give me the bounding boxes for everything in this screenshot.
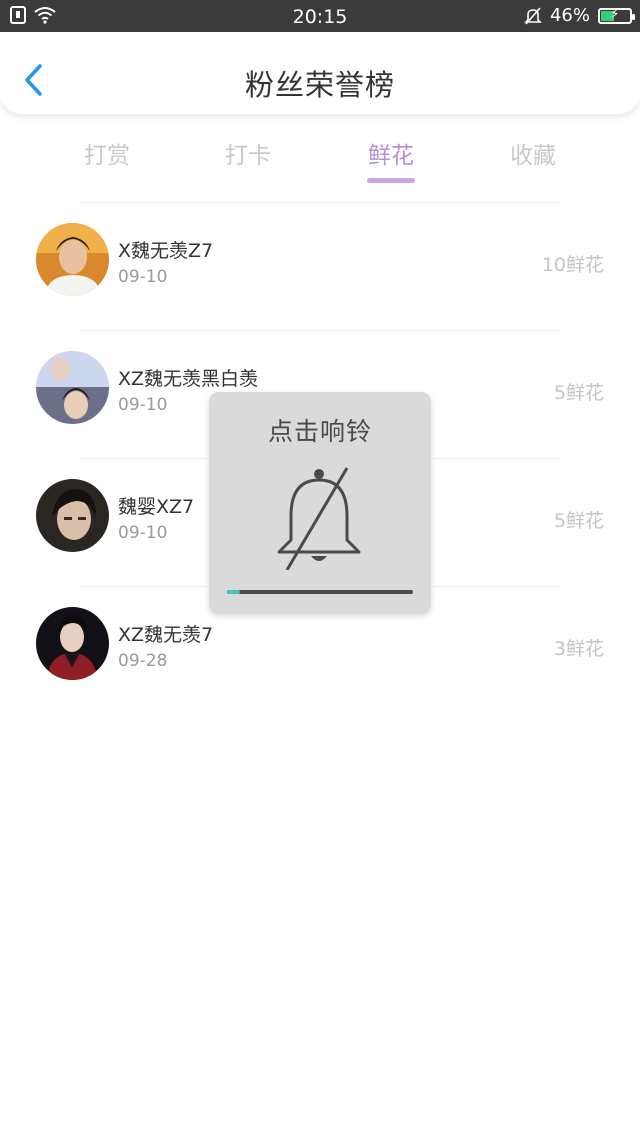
fan-date: 09-28 bbox=[118, 651, 168, 671]
status-bar: 20:15 46% ⚡ bbox=[0, 0, 640, 32]
ringer-toast[interactable]: 点击响铃 bbox=[209, 392, 431, 614]
bell-muted-icon bbox=[277, 467, 361, 570]
ringer-label: 点击响铃 bbox=[267, 417, 372, 446]
tab-flowers[interactable]: 鲜花 bbox=[331, 136, 451, 170]
flower-count: 3鲜花 bbox=[553, 638, 604, 660]
flower-count: 5鲜花 bbox=[553, 510, 604, 532]
ringer-volume-bar[interactable] bbox=[227, 590, 413, 594]
flower-count: 10鲜花 bbox=[541, 254, 604, 276]
page-title: 粉丝荣誉榜 bbox=[244, 68, 395, 102]
ringer-volume-fill bbox=[227, 590, 241, 594]
mute-bell-icon bbox=[524, 6, 542, 25]
fan-name: XZ魏无羡黑白羡 bbox=[118, 368, 259, 390]
charging-bolt-icon: ⚡ bbox=[610, 6, 620, 22]
fan-name: 魏婴XZ7 bbox=[118, 496, 195, 518]
battery-icon: ⚡ bbox=[598, 6, 635, 24]
battery-percent: 46% bbox=[549, 5, 590, 26]
tab-active-indicator bbox=[367, 178, 415, 183]
header: 粉丝荣誉榜 bbox=[0, 32, 640, 115]
status-right-icons: 46% ⚡ bbox=[524, 5, 635, 26]
avatar bbox=[36, 223, 109, 296]
fan-date: 09-10 bbox=[118, 523, 168, 543]
tab-bar: 打赏 打卡 鲜花 收藏 bbox=[0, 130, 640, 190]
flower-count: 5鲜花 bbox=[553, 382, 604, 404]
fan-list-item[interactable]: X魏无羡Z7 09-10 10鲜花 bbox=[0, 202, 640, 330]
avatar bbox=[36, 479, 109, 552]
tab-checkin[interactable]: 打卡 bbox=[188, 136, 308, 170]
fan-date: 09-10 bbox=[118, 267, 168, 287]
avatar bbox=[36, 351, 109, 424]
fan-name: X魏无羡Z7 bbox=[118, 240, 214, 262]
avatar bbox=[36, 607, 109, 680]
tab-reward[interactable]: 打赏 bbox=[47, 136, 167, 170]
tab-favorites[interactable]: 收藏 bbox=[473, 136, 593, 170]
fan-name: XZ魏无羡7 bbox=[118, 624, 214, 646]
fan-date: 09-10 bbox=[118, 395, 168, 415]
